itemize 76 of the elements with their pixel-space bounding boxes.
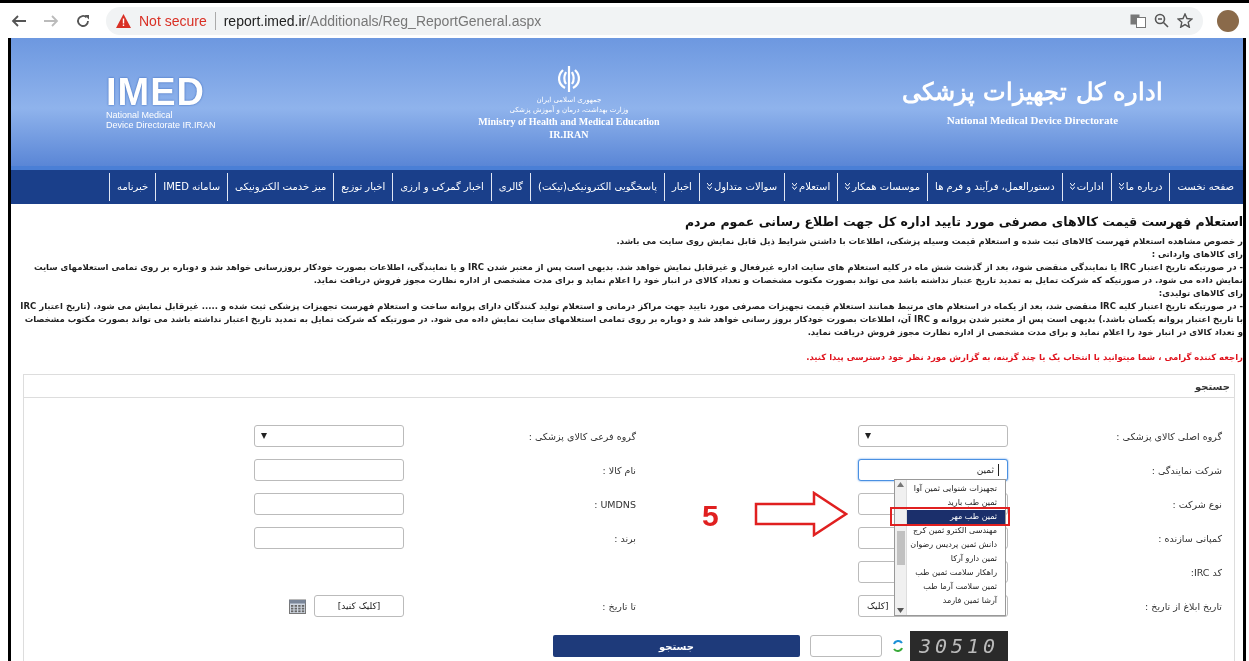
scrollbar[interactable] <box>895 480 907 615</box>
refresh-icon[interactable] <box>892 639 904 653</box>
input-field[interactable] <box>254 527 404 549</box>
menu-item[interactable]: سامانه IMED <box>155 172 228 201</box>
input-field[interactable] <box>254 459 404 481</box>
suggestion-item[interactable]: ثمین طب بارید <box>907 496 1005 510</box>
info-paragraph: رای کالاهای وارداتی : <box>1150 248 1243 261</box>
menu-item[interactable]: خبرنامه <box>109 172 156 201</box>
menu-item[interactable]: اخبار گمرکی و ارزی <box>392 172 491 201</box>
suggestion-item[interactable]: ثمین سلامت آرما طب <box>907 580 1005 594</box>
menu-item[interactable]: موسسات همکار <box>837 172 928 201</box>
suggestion-item[interactable]: ثمین دارو آرکا <box>907 552 1005 566</box>
field-label: برند : <box>613 532 637 544</box>
logo-subtitle: National Medical <box>106 110 174 121</box>
info-paragraph: - در صورتیکه تاریخ اعتبار کلیه IRC منقضی شد، بعد از یکماه در استعلام های مرتبط همانند استعلام قیمت تجهیزات مصرفی مورد تایید جهت مراکز درمانی و استعلام تولید کنندگان دارای پروانه ساخت و استعلام فهرست تجهیزات پزشکی ثبت شده و ..... غیرقابل نمایش می شود. (تاریخ اعتبار IRC با تاریخ اعتبار پروانه یکسان باشد.) بدیهی است پس از معتبر شدن پروانه و IRC آن، اطلاعات بصورت خودکار بروز رسانی خواهد شد و دوباره بر روی تمامی استعلامهای سایت نمایش داده می شود. در صورتیکه که شرکت تمایل به تمدید تاریخ اعتبار نداشته باشد می تواند بصورت مکتوب مشخصات و تعداد کالای در انبار خود را اعلام نماید و برای مدت مشخصی از اداره نظارت مجوز فروش دریافت نماید. <box>19 300 1243 339</box>
directorate-title: اداره کل تجهیزات پزشکی <box>901 77 1163 107</box>
page-title: استعلام فهرست قیمت کالاهای مصرفی مورد تایید اداره کل جهت اطلاع رسانی عموم مردم <box>683 214 1243 229</box>
security-label: Not secure <box>139 12 207 29</box>
field-label: گروه فرعی کالای پزشکی : <box>527 430 637 442</box>
field-label: کد IRC: <box>1189 566 1223 578</box>
info-paragraph: ر خصوص مشاهده استعلام فهرست کالاهای ثبت شده و استعلام قیمت وسیله پزشکی، اطلاعات با داشتن شرایط ذیل قابل نمایش روی سایت می باشد. <box>615 235 1243 248</box>
zoom-icon[interactable] <box>1154 13 1169 28</box>
arrow-icon <box>754 491 848 537</box>
scroll-thumb[interactable] <box>896 530 905 565</box>
caret-icon <box>261 433 267 439</box>
address-text: report.imed.ir/Additionals/Reg_ReportGeneral.aspx <box>223 12 542 29</box>
menu-item[interactable]: دستورالعمل، فرآیند و فرم ها <box>927 172 1062 201</box>
input-field[interactable]: ثمین <box>858 459 1008 481</box>
captcha-image: 30510 <box>910 631 1008 661</box>
field-label: تاریخ ابلاغ از تاریخ : <box>1144 600 1223 612</box>
menu-item[interactable]: اخبار <box>664 172 699 201</box>
panel-legend: جستجو <box>1195 381 1230 392</box>
annotation-number: 5 <box>702 499 719 533</box>
notice-text: راجعه کننده گرامی ، شما میتوانید با انتخاب یک یا چند گزینه، به گزارش مورد نظر خود دسترسی پیدا کنید. <box>805 351 1243 364</box>
menu-item[interactable]: سوالات متداول <box>698 172 784 201</box>
menu-item[interactable]: درباره ما <box>1110 172 1170 201</box>
captcha-input[interactable] <box>810 635 882 657</box>
suggestion-item[interactable]: راهکار سلامت ثمین طب <box>907 566 1005 580</box>
scroll-down-icon[interactable] <box>897 608 904 613</box>
field-label: UMDNS : <box>593 498 637 510</box>
field-label: نوع شرکت : <box>1171 498 1223 510</box>
field-label: گروه اصلی کالای پزشکی : <box>1115 430 1223 442</box>
menu-item[interactable]: گالری <box>490 172 531 201</box>
address-bar[interactable]: Not secure report.imed.ir/Additionals/Reg_ReportGeneral.aspx <box>106 6 1203 35</box>
suggestion-item[interactable]: آرشا ثمین فارمد <box>907 594 1005 608</box>
menu-item[interactable]: میز خدمت الکترونیکی <box>227 172 334 201</box>
field-label: تا تاریخ : <box>601 600 637 612</box>
ministry-name: Ministry of Health and Medical Education <box>478 115 660 127</box>
logo-text: IMED <box>106 72 206 111</box>
menu-item[interactable]: اخبار توزیع <box>333 172 393 201</box>
suggestion-item[interactable]: ثمین طب مهر <box>907 510 1005 524</box>
country-name: IR.IRAN <box>549 128 589 140</box>
caret-icon <box>865 433 871 439</box>
suggestion-item[interactable]: دانش ثمین پردیس رضوان <box>907 538 1005 552</box>
suggestion-item[interactable]: تجهیزات شنوایی ثمین آوا <box>907 482 1005 496</box>
suggestion-item[interactable]: مهندسی الکترو ثمین کرج <box>907 524 1005 538</box>
star-icon[interactable] <box>1177 13 1193 28</box>
field-label: کمپانی سازنده : <box>1157 532 1223 544</box>
input-field[interactable] <box>254 493 404 515</box>
logo-subtitle: Device Directorate IR.IRAN <box>106 120 217 131</box>
emblem-icon <box>555 63 582 94</box>
info-paragraph: رای کالاهای تولیدی: <box>1157 287 1243 300</box>
warning-icon <box>116 13 131 28</box>
translate-icon[interactable] <box>1130 13 1146 28</box>
calendar-icon[interactable] <box>289 598 306 614</box>
directorate-subtitle: National Medical Device Directorate <box>946 114 1118 127</box>
menu-item[interactable]: صفحه نخست <box>1169 172 1241 201</box>
profile-avatar[interactable] <box>1217 9 1239 32</box>
menu-item[interactable]: پاسخگویی الکترونیکی(تیکت) <box>530 172 665 201</box>
date-field[interactable]: [کلیک کنید] <box>314 595 404 617</box>
menu-item[interactable]: استعلام <box>784 172 838 201</box>
field-label: شرکت نمایندگی : <box>1150 464 1223 476</box>
search-button[interactable]: جستجو <box>553 635 800 657</box>
info-paragraph: - در صورتیکه تاریخ اعتبار IRC یا نمایندگی منقضی شود، بعد از گذشت شش ماه در کلیه استعلام های سایت اداره غیرفعال و غیرقابل نمایش خواهد شد. بدیهی است پس از معتبر شدن IRC و یا نمایندگی، اطلاعات بصورت خودکار بروزرسانی خواهد شد و دوباره بر روی تمامی استعلامهای سایت نمایش داده می شود. در صورتیکه که شرکت تمایل به تمدید تاریخ عتبار نداشته باشد می تواند بصورت مکتوب مشخصات و تعداد کالای در انبار خود را اعلام نماید و برای مدت مشخصی از اداره نظارت مجوز فروش دریافت نماید. <box>32 261 1243 287</box>
menu-item[interactable]: ادارات <box>1061 172 1111 201</box>
field-label: نام کالا : <box>601 464 637 476</box>
